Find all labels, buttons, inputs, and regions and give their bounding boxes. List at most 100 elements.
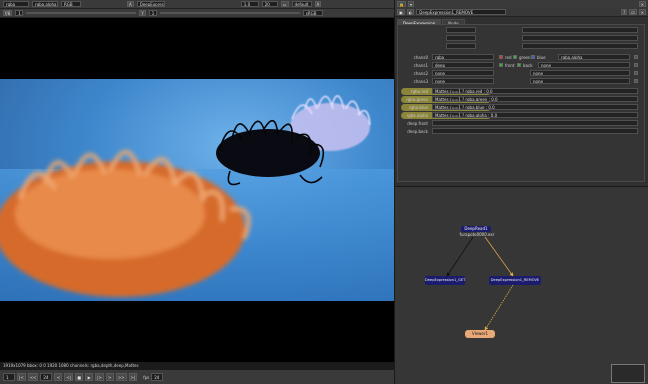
transport-button-prev[interactable]: < <box>54 373 63 381</box>
gain-field[interactable]: 1 <box>15 10 24 16</box>
alpha-dropdown[interactable]: rgba.alpha <box>558 54 630 60</box>
blue-checkbox[interactable] <box>531 55 535 59</box>
green-checkbox[interactable] <box>513 55 517 59</box>
transport-button-stop[interactable]: ■ <box>75 373 84 381</box>
expression-field[interactable] <box>432 120 638 126</box>
transport-button-first[interactable]: |< <box>17 373 26 381</box>
blue-label: blue <box>537 55 546 60</box>
node-title-bar: ▣ ◐ DeepExpression1_REMOVE ? ⊡ ✕ <box>395 8 648 17</box>
help-icon[interactable]: ? <box>621 9 628 15</box>
expression-row: deep.front <box>398 120 646 127</box>
gamma-field[interactable]: 1 <box>148 10 157 16</box>
expression-row: rgba.green Mattes.r==1 ? rgba.green : 0.… <box>398 96 646 103</box>
channel-row: chans0 rgba red green blue rgba.alpha <box>398 54 646 61</box>
viewer-toolbar-top: rgba rgba.alpha RGB A DeepExpres 1.0 20 … <box>0 0 394 9</box>
expression-field[interactable]: Mattes.r==1 ? rgba.red : 0.0 <box>432 88 638 94</box>
gamma-button[interactable]: Y <box>139 10 146 16</box>
transport-button-prev-key[interactable]: <| <box>64 373 74 381</box>
expression-label: deep.front <box>407 121 428 126</box>
close-icon[interactable]: ✕ <box>638 9 646 15</box>
colorspace-dropdown[interactable]: sRGB <box>302 10 323 16</box>
frame-current-field[interactable]: 24 <box>40 373 53 381</box>
temp-name-field[interactable] <box>446 43 476 49</box>
link-checkbox[interactable] <box>634 71 638 75</box>
extra-dropdown[interactable]: none <box>530 78 630 84</box>
fps-label: fps <box>143 374 150 380</box>
cursor-button[interactable]: A <box>314 1 322 7</box>
properties-toolbar: 🔒 ▾ ✕ <box>395 0 648 8</box>
scale-dropdown[interactable]: 20 <box>261 1 278 7</box>
red-checkbox[interactable] <box>499 55 503 59</box>
channel-sub-dropdown[interactable]: rgba.alpha <box>32 1 58 7</box>
connection-line <box>484 236 514 277</box>
fps-field[interactable]: 24 <box>151 373 164 381</box>
link-checkbox[interactable] <box>634 63 638 67</box>
temp-expr-field[interactable] <box>522 27 638 33</box>
properties-body: chans0 rgba red green blue rgba.alpha ch… <box>397 24 645 182</box>
node-graph[interactable]: DeepRead1 furapoto0000.exr DeepExpressio… <box>394 186 648 384</box>
front-label: front <box>505 63 515 68</box>
transport-button-next-key[interactable]: |> <box>95 373 104 381</box>
temp-expr-field[interactable] <box>522 35 638 41</box>
input-a-dropdown[interactable]: DeepExpres <box>136 1 165 7</box>
channel-row: chans1 deep front back none <box>398 62 646 69</box>
center-node-icon[interactable]: ▣ <box>397 9 405 15</box>
transport-button-play[interactable]: ▶ <box>85 373 94 381</box>
back-checkbox[interactable] <box>517 63 521 67</box>
max-panels-icon[interactable]: ▾ <box>407 1 414 7</box>
temp-expr-field[interactable] <box>522 43 638 49</box>
expression-row: rgba.blue Mattes.r==1 ? rgba.blue : 0.0 <box>398 104 646 111</box>
lut-dropdown[interactable]: default <box>291 1 312 7</box>
temp-row <box>398 43 646 50</box>
fstop-button[interactable]: f/8 <box>3 10 13 16</box>
viewer-node[interactable]: Viewer1 <box>465 330 495 338</box>
expression-field[interactable]: Mattes.r==1 ? rgba.green : 0.0 <box>432 96 638 102</box>
expression-label: deep.back <box>407 129 428 134</box>
close-all-icon[interactable]: ✕ <box>638 1 646 7</box>
node-name-field[interactable]: DeepExpression1_REMOVE <box>416 9 507 15</box>
channel-dropdown[interactable]: deep <box>432 62 494 68</box>
gamma-slider[interactable] <box>159 12 300 14</box>
node-connections <box>446 236 514 331</box>
extra-dropdown[interactable]: none <box>530 70 630 76</box>
extra-dropdown[interactable]: none <box>538 62 630 68</box>
channel-dropdown[interactable]: none <box>432 78 494 84</box>
expression-label: rgba.red <box>411 89 428 94</box>
deepexpression-remove-node[interactable]: DeepExpression1_REMOVE <box>489 276 541 285</box>
transport-button-forward[interactable]: >> <box>115 373 127 381</box>
temp-name-field[interactable] <box>446 35 476 41</box>
transport-button-next[interactable]: > <box>105 373 114 381</box>
zoom-dropdown[interactable]: 1.0 <box>240 1 259 7</box>
temp-name-field[interactable] <box>446 27 476 33</box>
transport-button-rewind[interactable]: << <box>27 373 39 381</box>
viewer-image[interactable] <box>0 79 394 301</box>
expression-field[interactable] <box>432 128 638 134</box>
display-mode-dropdown[interactable]: RGB <box>61 1 81 7</box>
back-label: back <box>523 63 533 68</box>
viewer-toolbar-second: f/8 1 Y 1 sRGB <box>0 9 394 18</box>
frame-start-field[interactable]: 1 <box>3 373 15 381</box>
expression-field[interactable]: Mattes.r==1 ? rgba.alpha : 0.0 <box>432 112 638 118</box>
viewer-panel: rgba rgba.alpha RGB A DeepExpres 1.0 20 … <box>0 0 394 384</box>
link-checkbox[interactable] <box>634 55 638 59</box>
transport-button-last[interactable]: >| <box>128 373 138 381</box>
channel-dropdown[interactable]: none <box>432 70 494 76</box>
color-icon[interactable]: ◐ <box>406 9 415 15</box>
red-label: red <box>505 55 512 60</box>
green-label: green <box>519 55 531 60</box>
roi-button[interactable]: ▭ <box>280 1 289 7</box>
expression-row: rgba.red Mattes.r==1 ? rgba.red : 0.0 <box>398 88 646 95</box>
graph-minimap[interactable] <box>611 364 645 383</box>
temp-row <box>398 35 646 42</box>
channel-label: chans0 <box>413 55 428 60</box>
lock-icon[interactable]: 🔒 <box>397 1 406 7</box>
fur-render-image <box>0 95 394 301</box>
front-checkbox[interactable] <box>499 63 503 67</box>
channels-dropdown[interactable]: rgba <box>3 1 29 7</box>
expression-field[interactable]: Mattes.r==1 ? rgba.blue : 0.0 <box>432 104 638 110</box>
channel-dropdown[interactable]: rgba <box>432 54 494 60</box>
gain-slider[interactable] <box>26 12 137 14</box>
deepexpression-get-node[interactable]: DeepExpression1_GET <box>425 276 465 285</box>
link-checkbox[interactable] <box>634 79 638 83</box>
float-icon[interactable]: ⊡ <box>629 9 637 15</box>
